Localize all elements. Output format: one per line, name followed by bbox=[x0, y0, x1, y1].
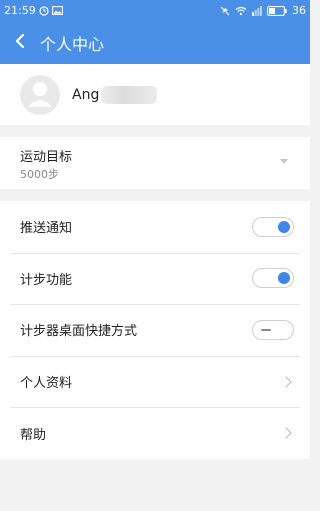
dropdown-caret-icon[interactable] bbox=[280, 159, 288, 164]
push-notify-toggle[interactable] bbox=[252, 216, 294, 237]
setting-profile-info[interactable]: 个人资料 bbox=[0, 355, 310, 408]
goal-value: 5000步 bbox=[20, 168, 59, 181]
settings-list: 推送通知 计步功能 计步器桌面快捷方式 个人资料 帮助 bbox=[0, 201, 310, 459]
person-icon bbox=[20, 75, 60, 115]
setting-pedometer[interactable]: 计步功能 bbox=[0, 252, 310, 305]
chevron-left-icon bbox=[14, 33, 26, 53]
profile-row[interactable]: Ang bbox=[0, 64, 310, 125]
setting-label: 计步功能 bbox=[20, 272, 73, 288]
app-bar: 个人中心 bbox=[0, 21, 310, 64]
signal-icon bbox=[252, 5, 262, 16]
toggle-knob bbox=[278, 272, 290, 285]
setting-label: 推送通知 bbox=[20, 221, 73, 237]
toggle-knob bbox=[261, 328, 271, 331]
status-time: 21:59 bbox=[4, 4, 36, 17]
toggle-knob bbox=[278, 220, 290, 233]
status-right: 36 bbox=[220, 4, 306, 17]
setting-help[interactable]: 帮助 bbox=[0, 407, 310, 459]
back-button[interactable] bbox=[0, 21, 40, 64]
chevron-right-icon bbox=[280, 427, 292, 439]
alarm-icon bbox=[39, 5, 49, 16]
battery-level: 36 bbox=[292, 4, 306, 17]
battery-icon bbox=[267, 5, 287, 16]
page-title: 个人中心 bbox=[40, 34, 105, 54]
status-bar: 21:59 36 bbox=[0, 0, 310, 21]
desktop-shortcut-toggle[interactable] bbox=[252, 319, 294, 340]
user-name-text: Ang bbox=[72, 86, 100, 103]
redacted-name-blur bbox=[101, 85, 158, 104]
user-name: Ang bbox=[72, 85, 158, 104]
goal-label: 运动目标 bbox=[20, 150, 73, 165]
setting-label: 个人资料 bbox=[20, 376, 73, 392]
pedometer-toggle[interactable] bbox=[252, 268, 294, 289]
goal-row[interactable]: 运动目标 5000步 bbox=[0, 137, 310, 189]
chevron-right-icon bbox=[280, 375, 292, 388]
mute-icon bbox=[220, 6, 230, 16]
avatar bbox=[20, 74, 60, 115]
setting-label: 帮助 bbox=[20, 427, 47, 443]
wifi-icon bbox=[235, 6, 247, 16]
setting-desktop-shortcut[interactable]: 计步器桌面快捷方式 bbox=[0, 304, 310, 356]
setting-push-notify[interactable]: 推送通知 bbox=[0, 201, 310, 253]
status-left: 21:59 bbox=[4, 4, 63, 17]
image-icon bbox=[51, 6, 63, 15]
setting-label: 计步器桌面快捷方式 bbox=[20, 324, 138, 340]
